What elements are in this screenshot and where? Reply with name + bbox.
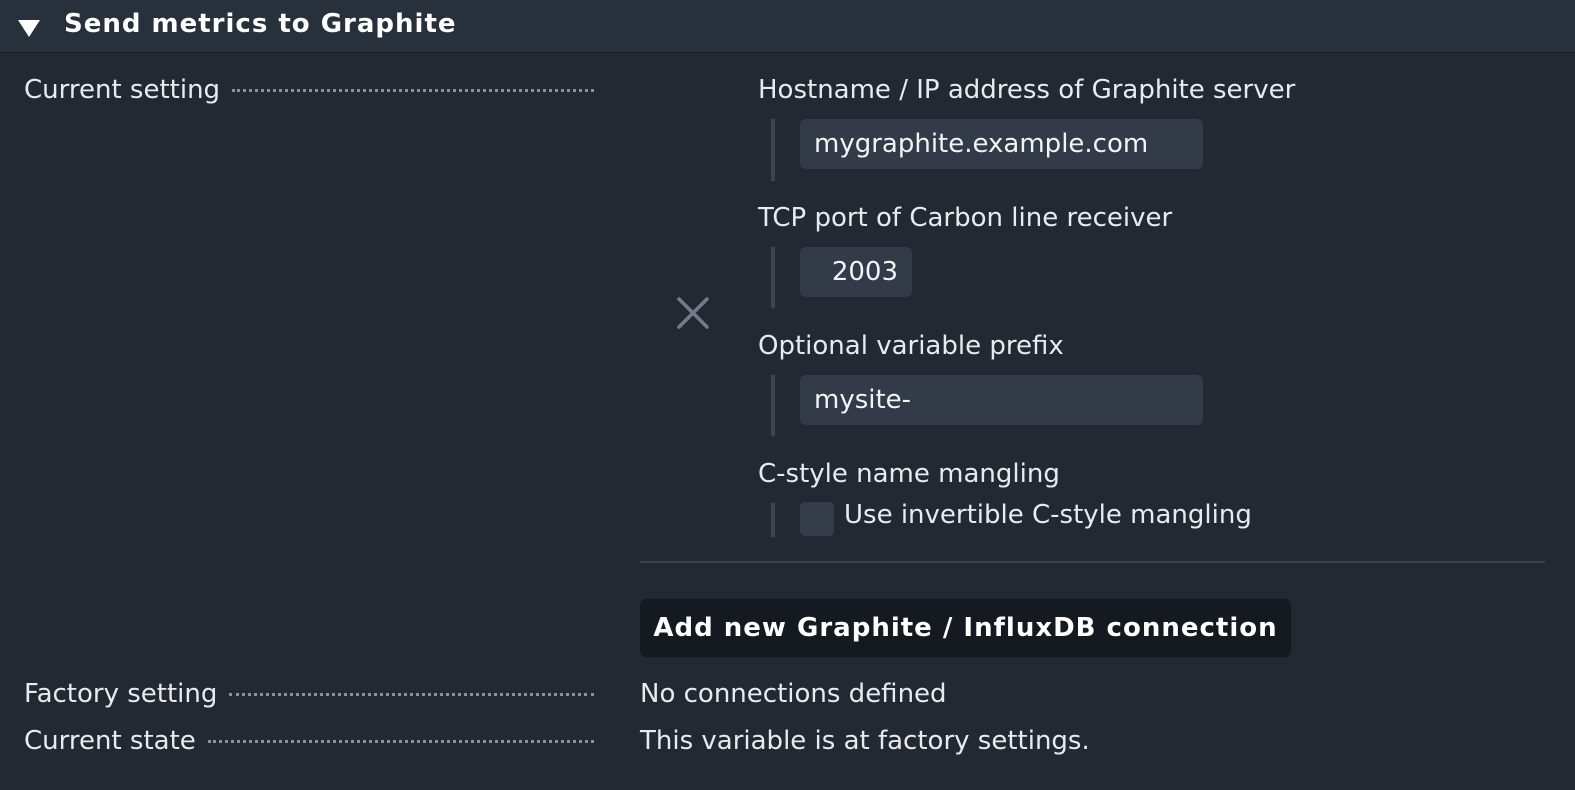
leader-dots: [229, 693, 594, 696]
prefix-label: Optional variable prefix: [758, 331, 1064, 361]
port-label: TCP port of Carbon line receiver: [758, 203, 1173, 233]
divider: [640, 561, 1545, 563]
add-connection-button[interactable]: Add new Graphite / InfluxDB connection: [640, 599, 1291, 657]
section-title: Send metrics to Graphite: [64, 9, 457, 39]
factory-setting-label: Factory setting: [24, 679, 218, 709]
current-state-row: Current state: [24, 726, 594, 756]
hostname-input[interactable]: [800, 119, 1203, 169]
field-indent-bar: [771, 247, 775, 308]
mangling-checkbox-label[interactable]: Use invertible C-style mangling: [844, 500, 1252, 530]
field-indent-bar: [771, 503, 775, 537]
triangle-down-icon[interactable]: [18, 20, 40, 37]
field-indent-bar: [771, 119, 775, 181]
factory-setting-row: Factory setting: [24, 679, 594, 709]
current-state-label: Current state: [24, 726, 196, 756]
hostname-label: Hostname / IP address of Graphite server: [758, 75, 1296, 105]
prefix-input[interactable]: [800, 375, 1203, 425]
port-input[interactable]: [800, 247, 912, 297]
current-state-value: This variable is at factory settings.: [640, 726, 1090, 756]
close-icon[interactable]: [672, 292, 714, 334]
current-setting-row: Current setting: [24, 75, 594, 105]
mangling-checkbox[interactable]: [800, 502, 834, 536]
section-header[interactable]: Send metrics to Graphite: [0, 0, 1575, 53]
leader-dots: [207, 740, 594, 743]
leader-dots: [232, 89, 594, 92]
mangling-label: C-style name mangling: [758, 459, 1060, 489]
current-setting-label: Current setting: [24, 75, 221, 105]
field-indent-bar: [771, 375, 775, 436]
factory-setting-value: No connections defined: [640, 679, 947, 709]
